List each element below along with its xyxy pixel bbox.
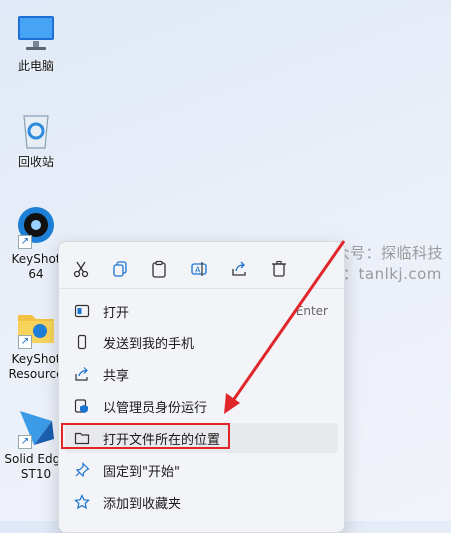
annotation-arrow: [224, 240, 346, 414]
